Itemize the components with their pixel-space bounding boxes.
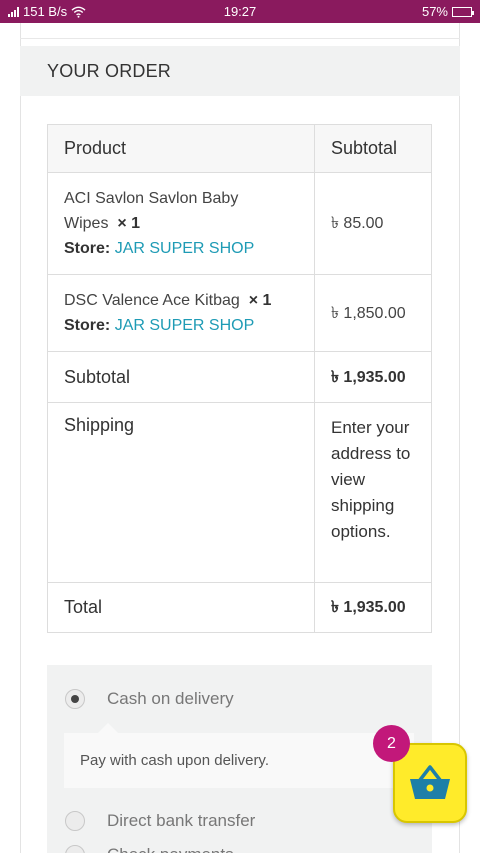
radio-selected-dot xyxy=(71,695,79,703)
column-header-subtotal: Subtotal xyxy=(331,138,398,158)
payment-option-label[interactable]: Check payments xyxy=(107,845,234,853)
status-bar: 151 B/s 19:27 57% xyxy=(0,0,480,23)
payment-option-check[interactable]: Check payments xyxy=(65,845,234,853)
product-cell: ACI Savlon Savlon Baby Wipes × 1 Store: … xyxy=(48,173,315,274)
store-label: Store: xyxy=(64,317,111,334)
payment-option-bank-transfer[interactable]: Direct bank transfer xyxy=(65,811,255,831)
radio-button[interactable] xyxy=(65,811,85,831)
shipping-message: Enter your address to view shipping opti… xyxy=(331,418,411,541)
total-value: ৳ 1,935.00 xyxy=(331,599,406,616)
payment-methods: Cash on delivery Pay with cash upon deli… xyxy=(47,665,432,853)
table-row: ACI Savlon Savlon Baby Wipes × 1 Store: … xyxy=(48,172,431,274)
product-quantity: × 1 xyxy=(248,292,272,309)
signal-icon xyxy=(8,6,19,17)
order-table: Product Subtotal ACI Savlon Savlon Baby … xyxy=(47,124,432,633)
network-speed: 151 B/s xyxy=(23,4,68,19)
total-row: Total ৳ 1,935.00 xyxy=(48,582,431,632)
cart-count-badge: 2 xyxy=(373,725,410,762)
store-link[interactable]: JAR SUPER SHOP xyxy=(115,317,255,334)
shopping-basket-icon xyxy=(410,765,450,799)
order-heading-bar: YOUR ORDER xyxy=(20,46,460,96)
subtotal-value: ৳ 1,935.00 xyxy=(331,368,406,386)
store-link[interactable]: JAR SUPER SHOP xyxy=(115,240,255,257)
divider xyxy=(20,38,460,39)
product-name: ACI Savlon Savlon Baby Wipes xyxy=(64,190,239,232)
column-header-product: Product xyxy=(48,125,315,172)
shipping-label: Shipping xyxy=(48,403,315,582)
table-header-row: Product Subtotal xyxy=(48,125,431,172)
line-subtotal: ৳ 85.00 xyxy=(331,215,384,232)
product-cell: DSC Valence Ace Kitbag × 1 Store: JAR SU… xyxy=(48,275,315,351)
battery-icon xyxy=(452,6,474,17)
total-label: Total xyxy=(48,583,315,632)
payment-option-label[interactable]: Cash on delivery xyxy=(107,689,234,709)
radio-button[interactable] xyxy=(65,689,85,709)
battery-percent: 57% xyxy=(421,4,448,19)
payment-option-label[interactable]: Direct bank transfer xyxy=(107,811,255,831)
payment-option-cod[interactable]: Cash on delivery xyxy=(65,689,234,709)
store-label: Store: xyxy=(64,240,111,257)
wifi-icon xyxy=(71,6,86,18)
order-heading: YOUR ORDER xyxy=(47,61,172,81)
product-name: DSC Valence Ace Kitbag xyxy=(64,292,240,309)
line-subtotal: ৳ 1,850.00 xyxy=(331,304,406,322)
product-quantity: × 1 xyxy=(117,215,141,232)
shipping-row: Shipping Enter your address to view ship… xyxy=(48,402,431,582)
table-row: DSC Valence Ace Kitbag × 1 Store: JAR SU… xyxy=(48,274,431,351)
radio-button[interactable] xyxy=(65,845,85,853)
subtotal-label: Subtotal xyxy=(48,352,315,402)
payment-description: Pay with cash upon delivery. xyxy=(64,723,414,788)
subtotal-row: Subtotal ৳ 1,935.00 xyxy=(48,351,431,402)
